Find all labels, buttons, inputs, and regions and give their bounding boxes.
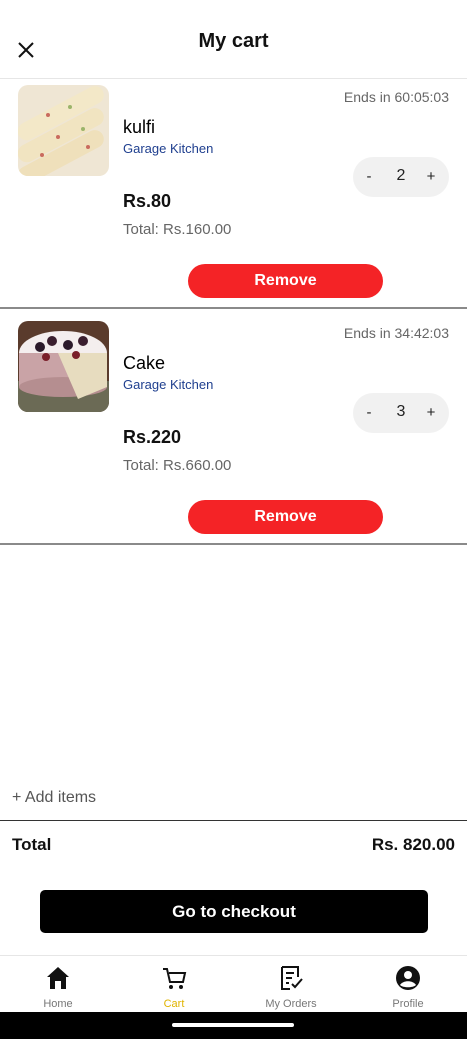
total-label: Total xyxy=(12,835,52,854)
increase-qty-button[interactable]: + xyxy=(421,168,441,185)
bottom-nav: Home Cart My Orders Profile xyxy=(0,955,467,1012)
item-total: Total: Rs.160.00 xyxy=(123,221,232,238)
cart-item: Ends in 60:05:03 kulfi Garage Kitchen - … xyxy=(0,79,467,309)
decrease-qty-button[interactable]: - xyxy=(359,404,379,421)
quantity-stepper: - 3 + xyxy=(353,393,449,433)
nav-home[interactable]: Home xyxy=(0,956,116,1013)
system-nav-bar xyxy=(0,1012,467,1039)
increase-qty-button[interactable]: + xyxy=(421,404,441,421)
item-name: kulfi xyxy=(123,117,156,137)
nav-label: Home xyxy=(43,998,73,1010)
cart-icon xyxy=(163,968,187,989)
page-title: My cart xyxy=(198,30,269,52)
item-vendor[interactable]: Garage Kitchen xyxy=(123,377,213,392)
item-price: Rs.80 xyxy=(123,191,172,211)
remove-button[interactable]: Remove xyxy=(188,264,383,298)
add-items-link[interactable]: + Add items xyxy=(12,789,96,807)
cake-image[interactable] xyxy=(18,321,109,412)
decrease-qty-button[interactable]: - xyxy=(359,168,379,185)
nav-my-orders[interactable]: My Orders xyxy=(233,956,349,1013)
nav-label: Profile xyxy=(392,998,424,1010)
total-value: Rs. 820.00 xyxy=(371,835,455,854)
nav-label: My Orders xyxy=(265,998,317,1010)
offer-countdown: Ends in 60:05:03 xyxy=(343,89,449,105)
quantity-value: 2 xyxy=(396,167,406,184)
nav-cart[interactable]: Cart xyxy=(116,956,232,1013)
item-vendor[interactable]: Garage Kitchen xyxy=(123,141,213,156)
divider xyxy=(0,820,467,821)
orders-icon xyxy=(281,966,303,990)
profile-icon xyxy=(396,966,420,990)
cart-item: Ends in 34:42:03 Cake Garage Kitchen - 3… xyxy=(0,315,467,545)
nav-label: Cart xyxy=(163,998,185,1010)
item-price: Rs.220 xyxy=(123,427,182,447)
checkout-button[interactable]: Go to checkout xyxy=(40,890,428,933)
kulfi-image[interactable] xyxy=(18,85,109,176)
remove-button[interactable]: Remove xyxy=(188,500,383,534)
item-name: Cake xyxy=(123,353,166,373)
item-total: Total: Rs.660.00 xyxy=(123,457,232,474)
nav-profile[interactable]: Profile xyxy=(350,956,466,1013)
offer-countdown: Ends in 34:42:03 xyxy=(343,325,449,341)
quantity-value: 3 xyxy=(396,403,406,420)
app-header: My cart xyxy=(0,0,467,79)
home-icon xyxy=(47,967,69,989)
quantity-stepper: - 2 + xyxy=(353,157,449,197)
home-indicator[interactable] xyxy=(172,1023,294,1027)
